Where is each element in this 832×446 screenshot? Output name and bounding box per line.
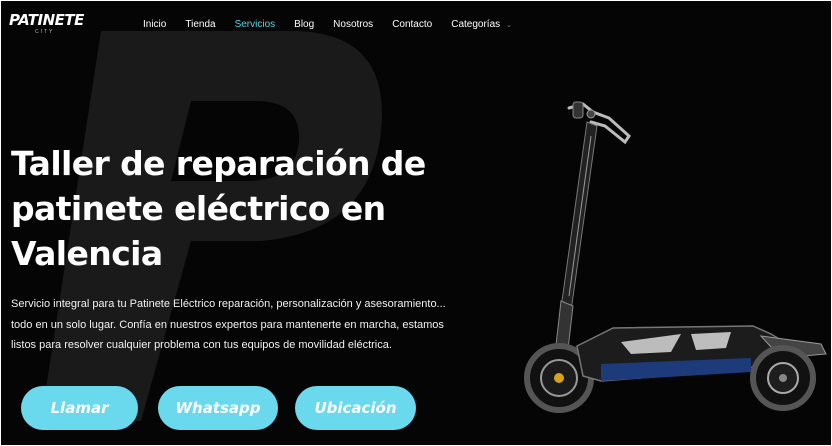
nav-item-contacto[interactable]: Contacto [392, 18, 432, 33]
site-logo[interactable]: PATINETE CITY [9, 11, 89, 37]
nav-item-nosotros[interactable]: Nosotros [333, 18, 373, 33]
site-header: PATINETE CITY Inicio Tienda Servicios Bl… [1, 1, 831, 47]
nav-item-categorias[interactable]: Categorías ⌄ [451, 18, 512, 33]
chevron-down-icon: ⌄ [506, 22, 513, 29]
hero-section: PATINETE CITY Inicio Tienda Servicios Bl… [0, 0, 832, 446]
nav-item-inicio[interactable]: Inicio [143, 18, 166, 33]
main-nav: Inicio Tienda Servicios Blog Nosotros Co… [143, 18, 531, 33]
hero-description: Servicio integral para tu Patinete Eléct… [11, 298, 446, 351]
hero-title: Taller de reparación de patinete eléctri… [11, 141, 451, 276]
whatsapp-button[interactable]: Whatsapp [158, 386, 278, 430]
hero-title-line: Valencia [11, 234, 163, 273]
location-button[interactable]: Ubicación [295, 386, 416, 430]
hero-title-line: patinete eléctrico en [11, 189, 386, 228]
nav-item-label: Categorías [451, 19, 501, 30]
logo-text: PATINETE [9, 11, 84, 29]
electric-scooter-image [524, 101, 827, 413]
nav-item-servicios[interactable]: Servicios [235, 18, 276, 33]
logo-subtext: CITY [35, 29, 55, 35]
call-button[interactable]: Llamar [21, 386, 138, 430]
nav-item-blog[interactable]: Blog [294, 18, 314, 33]
nav-item-tienda[interactable]: Tienda [185, 18, 215, 33]
hero-title-line: Taller de reparación de [11, 144, 426, 183]
